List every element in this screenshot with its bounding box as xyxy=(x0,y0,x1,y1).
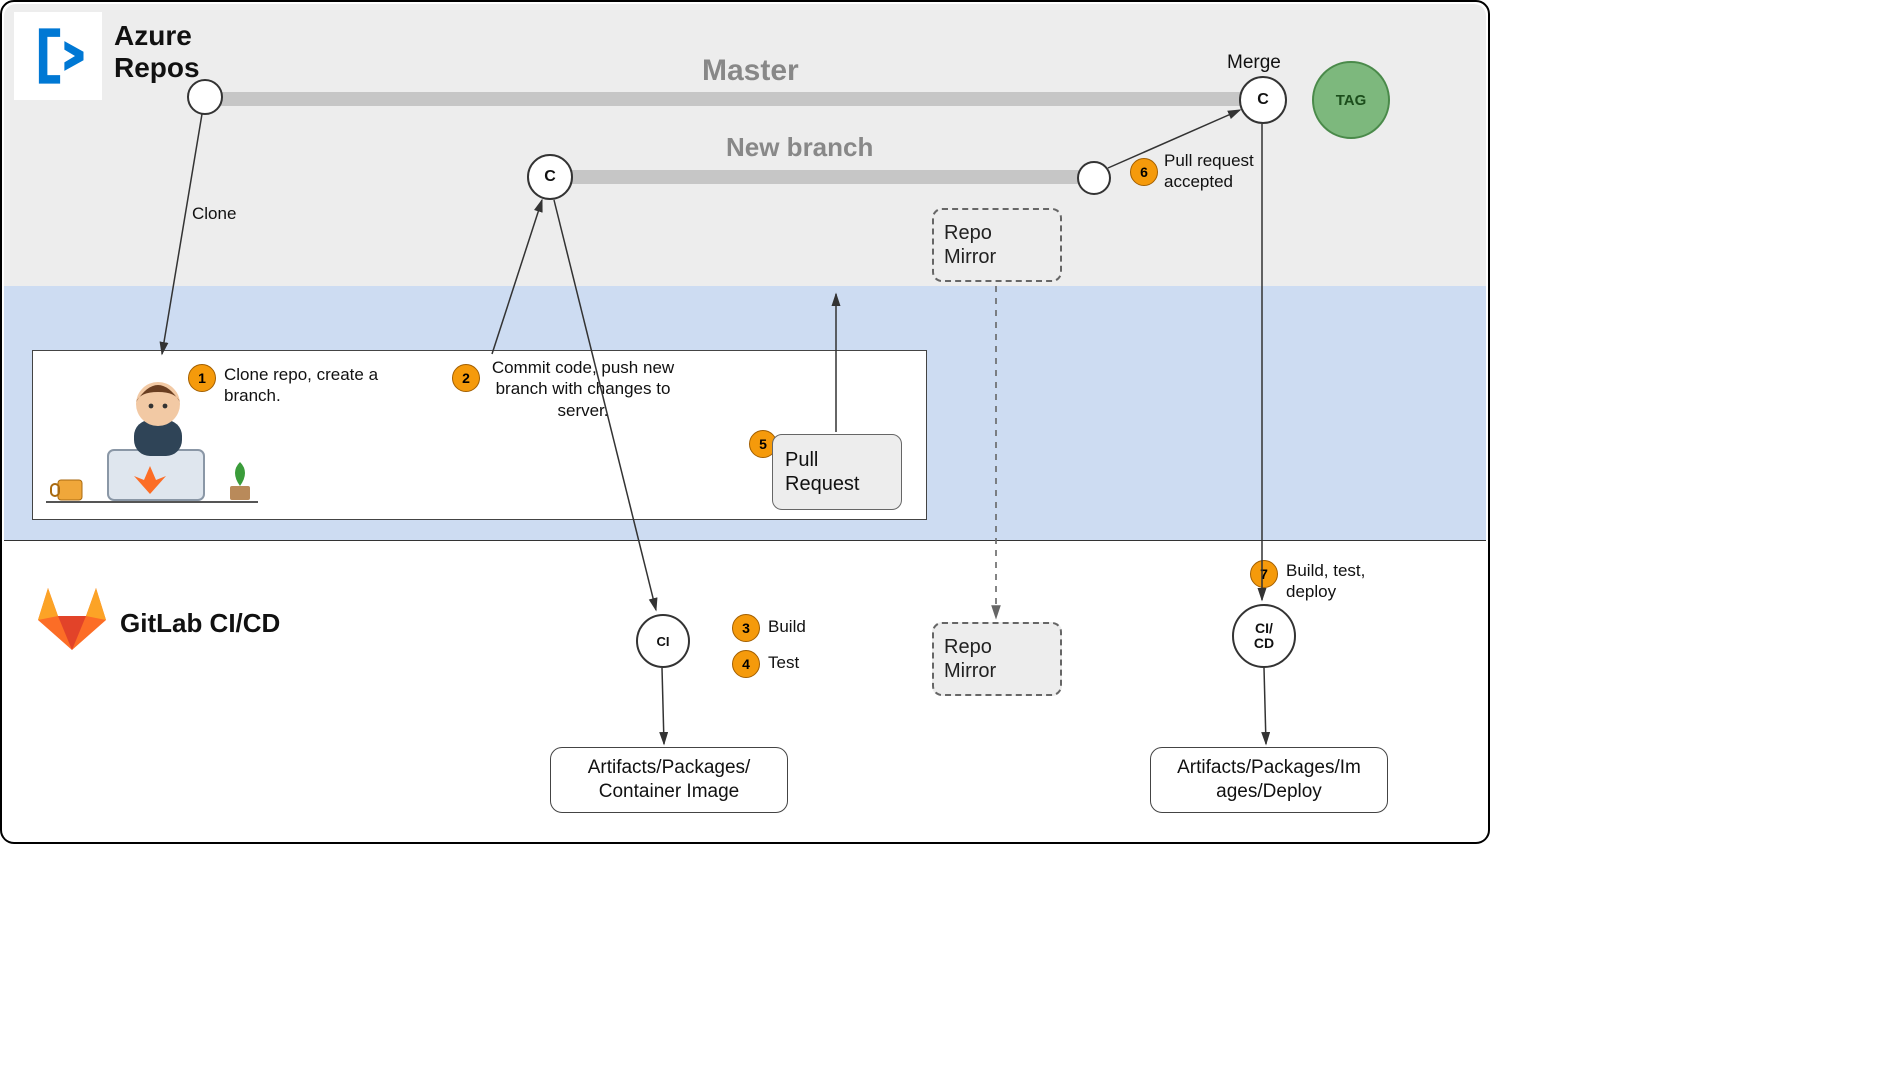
merge-label: Merge xyxy=(1227,52,1281,74)
artifacts-ci-text: Artifacts/Packages/ Container Image xyxy=(588,756,751,804)
new-branch-line xyxy=(552,170,1092,184)
step-3-text: Build xyxy=(768,616,806,637)
clone-label: Clone xyxy=(192,204,236,224)
tag-node: TAG xyxy=(1312,61,1390,139)
master-start-node xyxy=(187,79,223,115)
ci-node: CI xyxy=(636,614,690,668)
pull-request-box: Pull Request xyxy=(772,434,902,510)
step-6-text: Pull request accepted xyxy=(1164,150,1274,193)
new-branch-label: New branch xyxy=(726,132,873,163)
repo-mirror-bottom-text: Repo Mirror xyxy=(944,635,996,683)
step-1-badge: 1 xyxy=(188,364,216,392)
azure-repos-icon xyxy=(24,22,92,90)
branch-end-node xyxy=(1077,161,1111,195)
azure-logo-box xyxy=(14,12,102,100)
cicd-node: CI/ CD xyxy=(1232,604,1296,668)
master-label: Master xyxy=(702,54,799,88)
step-6-badge: 6 xyxy=(1130,158,1158,186)
gitlab-icon xyxy=(32,578,112,654)
step-1-text: Clone repo, create a branch. xyxy=(224,364,394,407)
commit-node: C xyxy=(527,154,573,200)
diagram-canvas: Azure Repos Master New branch Merge C C … xyxy=(0,0,1490,844)
step-7-badge: 7 xyxy=(1250,560,1278,588)
artifacts-cd-text: Artifacts/Packages/Im ages/Deploy xyxy=(1177,756,1361,804)
artifacts-cd-box: Artifacts/Packages/Im ages/Deploy xyxy=(1150,747,1388,813)
step-4-text: Test xyxy=(768,652,799,673)
azure-title: Azure Repos xyxy=(114,20,200,84)
step-2-text: Commit code, push new branch with change… xyxy=(488,357,678,421)
step-2-badge: 2 xyxy=(452,364,480,392)
artifacts-ci-box: Artifacts/Packages/ Container Image xyxy=(550,747,788,813)
repo-mirror-top: Repo Mirror xyxy=(932,208,1062,282)
repo-mirror-bottom: Repo Mirror xyxy=(932,622,1062,696)
repo-mirror-top-text: Repo Mirror xyxy=(944,221,996,269)
step-7-text: Build, test, deploy xyxy=(1286,560,1386,603)
pull-request-text: Pull Request xyxy=(785,448,860,496)
step-3-badge: 3 xyxy=(732,614,760,642)
step-4-badge: 4 xyxy=(732,650,760,678)
master-branch-line xyxy=(202,92,1257,106)
gitlab-title: GitLab CI/CD xyxy=(120,608,280,639)
merge-node: C xyxy=(1239,76,1287,124)
